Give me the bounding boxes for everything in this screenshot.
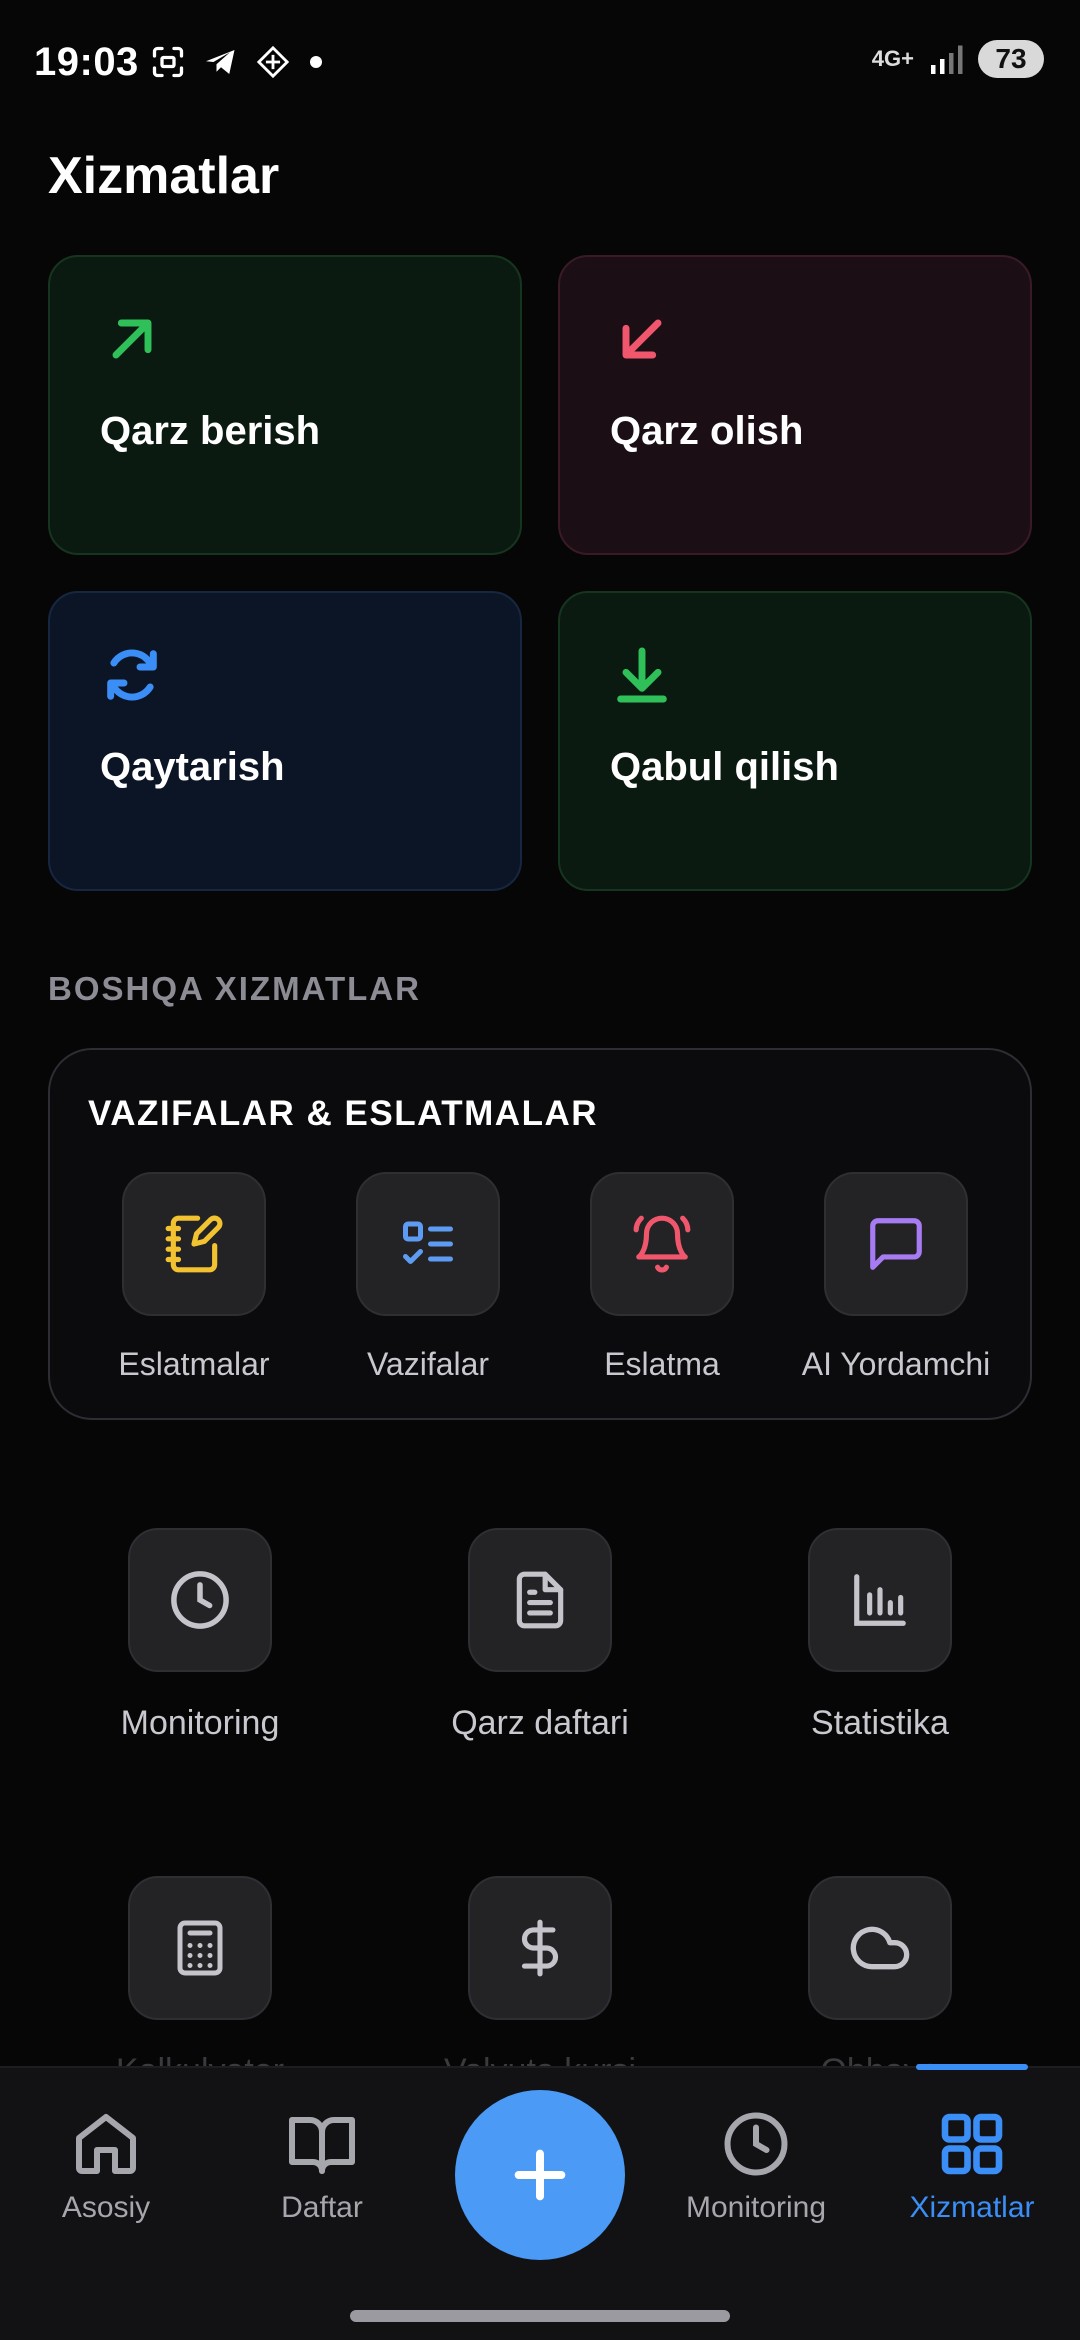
refresh-icon (107, 649, 157, 701)
notification-icons (150, 44, 326, 80)
ai-assistant-icon-box (824, 1172, 968, 1316)
screenshot-icon (152, 46, 184, 78)
home-indicator[interactable] (350, 2310, 730, 2322)
notes-item[interactable]: Eslatmalar (84, 1172, 304, 1383)
signal-icon (931, 45, 963, 74)
take-debt-card[interactable]: Qarz olish (558, 255, 1032, 555)
reminder-label: Eslatma (604, 1346, 720, 1382)
nav-services[interactable]: Xizmatlar (872, 2108, 1072, 2225)
bar-chart-icon (854, 1574, 906, 1626)
notes-label: Eslatmalar (118, 1346, 270, 1382)
currency-icon-box (468, 1876, 612, 2020)
add-button[interactable] (455, 2090, 625, 2260)
status-time: 19:03 (34, 40, 139, 84)
monitoring-service[interactable]: Monitoring (50, 1528, 350, 1743)
message-square-icon (870, 1218, 922, 1270)
reminder-item[interactable]: Eslatma (552, 1172, 772, 1383)
calculator-service[interactable]: Kalkulyator (50, 1876, 350, 2091)
give-debt-card[interactable]: Qarz berish (48, 255, 522, 555)
nav-home[interactable]: Asosiy (6, 2108, 206, 2225)
notebook-pen-icon (165, 1215, 223, 1273)
nav-home-label: Asosiy (61, 2191, 151, 2224)
nav-notebook[interactable]: Daftar (222, 2108, 422, 2225)
return-card[interactable]: Qaytarish (48, 591, 522, 891)
telegram-icon (206, 50, 235, 74)
page-title: Xizmatlar (48, 147, 280, 205)
monitoring-label: Monitoring (120, 1704, 280, 1742)
debt-book-service[interactable]: Qarz daftari (390, 1528, 690, 1743)
calculator-icon-box (128, 1876, 272, 2020)
clock-icon (724, 2112, 788, 2176)
debt-book-label: Qarz daftari (451, 1704, 629, 1742)
ai-assistant-item[interactable]: AI Yordamchi (786, 1172, 1006, 1383)
return-label: Qaytarish (100, 745, 285, 789)
grid-icon (941, 2113, 1003, 2175)
tasks-icon-box (356, 1172, 500, 1316)
network-type: 4G+ (871, 46, 914, 71)
dollar-icon (521, 1919, 559, 1977)
cloud-icon (850, 1926, 910, 1970)
nav-services-label: Xizmatlar (909, 2191, 1035, 2224)
statistics-label: Statistika (811, 1704, 949, 1742)
currency-service[interactable]: Valyuta kursi (390, 1876, 690, 2091)
give-debt-label: Qarz berish (100, 409, 321, 453)
plus-icon (514, 2149, 566, 2201)
arrow-up-right-icon (112, 319, 152, 359)
weather-icon-box (808, 1876, 952, 2020)
nav-monitoring-label: Monitoring (685, 2191, 827, 2224)
active-tab-indicator (916, 2064, 1028, 2070)
reminder-icon-box (590, 1172, 734, 1316)
nav-monitoring[interactable]: Monitoring (656, 2108, 856, 2225)
receive-label: Qabul qilish (610, 745, 839, 789)
statistics-service[interactable]: Statistika (730, 1528, 1030, 1743)
status-bar: 19:03 4G+ 73 (0, 0, 1080, 130)
download-icon (617, 647, 667, 703)
battery-indicator: 73 (978, 40, 1044, 78)
monitoring-icon-box (128, 1528, 272, 1672)
list-checks-icon (403, 1221, 453, 1264)
calculator-icon (177, 1920, 223, 1976)
tasks-panel-title: VAZIFALAR & ESLATMALAR (88, 1094, 598, 1133)
tasks-label: Vazifalar (366, 1346, 490, 1382)
app-icon (256, 45, 290, 79)
section-title: BOSHQA XIZMATLAR (48, 970, 421, 1007)
arrow-down-left-icon (622, 319, 662, 359)
statistics-icon-box (808, 1528, 952, 1672)
debt-book-icon-box (468, 1528, 612, 1672)
receive-card[interactable]: Qabul qilish (558, 591, 1032, 891)
notes-icon-box (122, 1172, 266, 1316)
clock-icon (171, 1571, 229, 1629)
dot-icon (310, 56, 322, 68)
take-debt-label: Qarz olish (610, 409, 804, 453)
system-icons: 4G+ 73 (872, 40, 1044, 78)
tasks-item[interactable]: Vazifalar (318, 1172, 538, 1383)
file-text-icon (516, 1571, 564, 1629)
nav-notebook-label: Daftar (281, 2191, 363, 2224)
home-icon (76, 2114, 136, 2174)
tasks-reminders-panel: VAZIFALAR & ESLATMALAR Eslatmalar Vazifa… (48, 1048, 1032, 1420)
ai-assistant-label: AI Yordamchi (801, 1346, 991, 1382)
book-open-icon (289, 2117, 355, 2174)
bell-icon (633, 1215, 691, 1273)
weather-service[interactable]: Obhavo (730, 1876, 1030, 2091)
